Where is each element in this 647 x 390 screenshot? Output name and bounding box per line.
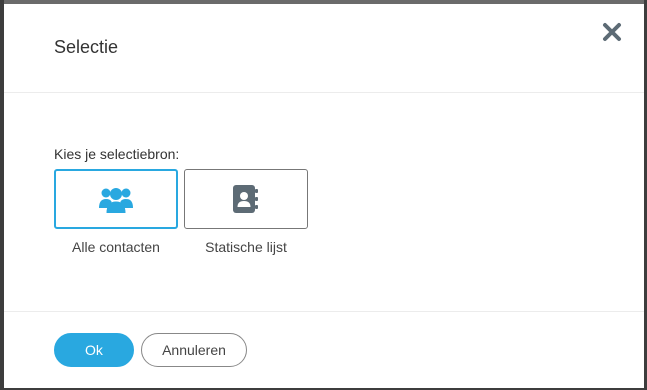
- source-option-static-list[interactable]: Statische lijst: [184, 169, 308, 255]
- cancel-button[interactable]: Annuleren: [141, 333, 247, 367]
- dialog-body: Kies je selectiebron: Alle contacten Sta…: [4, 93, 644, 311]
- address-book-icon: [233, 185, 258, 213]
- option-tile[interactable]: [184, 169, 308, 229]
- close-icon: [603, 23, 621, 41]
- dialog-footer: Ok Annuleren: [4, 311, 644, 389]
- dialog-title: Selectie: [54, 37, 119, 57]
- close-button[interactable]: [600, 20, 624, 44]
- option-label: Alle contacten: [72, 239, 160, 255]
- option-tile[interactable]: [54, 169, 178, 229]
- users-icon: [99, 188, 133, 213]
- option-label: Statische lijst: [205, 239, 287, 255]
- selection-source-label: Kies je selectiebron:: [54, 146, 180, 162]
- dialog-header: Selectie: [4, 4, 644, 93]
- ok-button[interactable]: Ok: [54, 333, 134, 367]
- source-option-all-contacts[interactable]: Alle contacten: [54, 169, 178, 255]
- selection-dialog: Selectie Kies je selectiebron: Alle cont…: [4, 4, 644, 388]
